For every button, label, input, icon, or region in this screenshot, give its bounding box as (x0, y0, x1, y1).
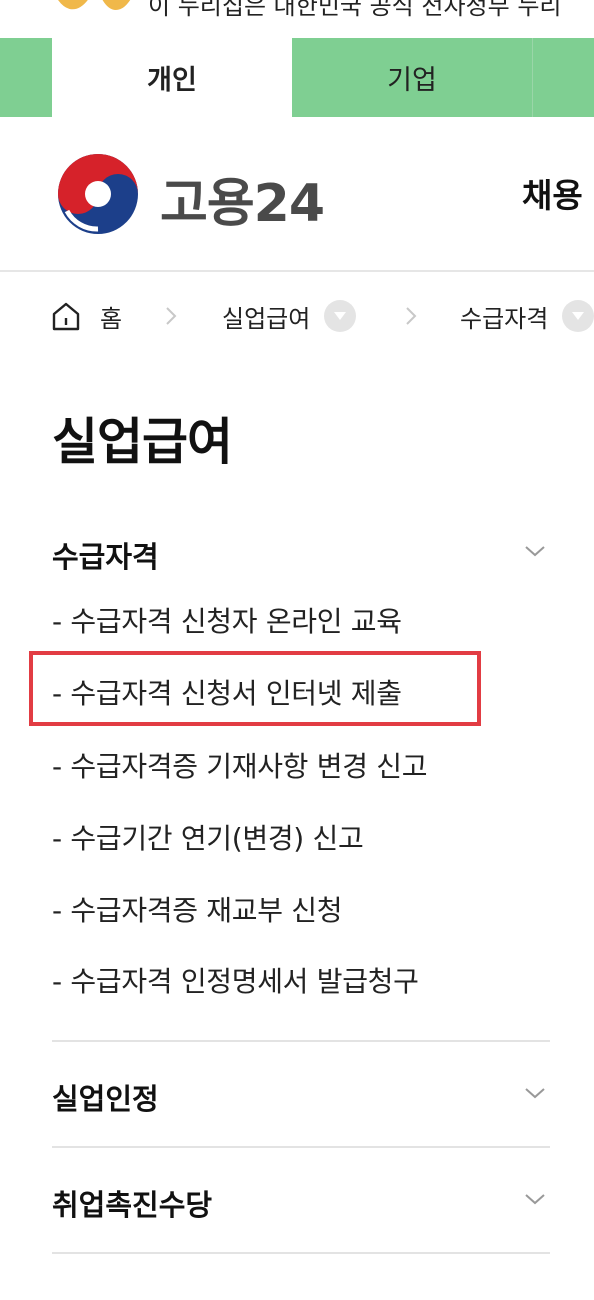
dropdown-button[interactable] (562, 300, 594, 332)
breadcrumb-level2[interactable]: 수급자격 (460, 296, 594, 336)
tab-company[interactable]: 기업 (292, 38, 532, 117)
breadcrumb-home-label: 홈 (100, 304, 123, 333)
chevron-down-icon (525, 546, 545, 557)
submenu-item[interactable]: - 수급자격증 재교부 신청 (52, 889, 343, 929)
header-menu-item[interactable]: 채용 (522, 169, 583, 217)
submenu-item[interactable]: - 수급자격 인정명세서 발급청구 (52, 960, 419, 1000)
divider (52, 1146, 550, 1148)
submenu-item[interactable]: - 수급자격증 기재사항 변경 신고 (52, 745, 427, 785)
section-label: 수급자격 (52, 540, 159, 574)
breadcrumb-level1[interactable]: 실업급여 (222, 296, 357, 336)
chevron-right-icon (406, 307, 417, 325)
section-label: 취업촉진수당 (52, 1188, 213, 1222)
submenu-item[interactable]: - 수급자격 신청자 온라인 교육 (52, 600, 402, 640)
highlight-box (29, 651, 481, 726)
tab-divider (532, 38, 533, 117)
submenu-item[interactable]: - 수급기간 연기(변경) 신고 (52, 817, 364, 857)
breadcrumb: 홈 실업급여 수급자격 (52, 296, 594, 340)
gov-banner: 이 누리집은 대한민국 공식 전자정부 누리 (0, 0, 594, 38)
breadcrumb-home[interactable]: 홈 (52, 296, 122, 336)
dropdown-button[interactable] (324, 300, 357, 332)
section-employment-promotion[interactable]: 취업촉진수당 (52, 1170, 550, 1230)
section-eligibility[interactable]: 수급자격 (52, 522, 550, 582)
gov-banner-text: 이 누리집은 대한민국 공식 전자정부 누리 (148, 0, 562, 20)
divider (52, 1252, 550, 1254)
triangle-down-icon (572, 312, 585, 320)
chevron-down-icon (525, 1194, 545, 1205)
audience-tabs: 개인 기업 (0, 38, 594, 117)
section-label: 실업인정 (52, 1082, 159, 1116)
site-logo-text[interactable]: 고용24 (160, 161, 325, 236)
page-title: 실업급여 (52, 413, 233, 471)
breadcrumb-level1-label: 실업급여 (222, 304, 311, 333)
taegeuk-logo-icon[interactable] (55, 151, 141, 237)
divider (52, 1040, 550, 1042)
breadcrumb-level2-label: 수급자격 (460, 304, 549, 333)
triangle-down-icon (334, 312, 347, 320)
gov-emblem-icon (58, 0, 131, 10)
chevron-down-icon (525, 1088, 545, 1099)
home-icon (52, 302, 80, 331)
chevron-right-icon (166, 307, 177, 325)
section-unemployment-recognition[interactable]: 실업인정 (52, 1064, 550, 1124)
site-header: 고용24 채용 (0, 117, 594, 272)
tab-personal[interactable]: 개인 (52, 38, 292, 117)
